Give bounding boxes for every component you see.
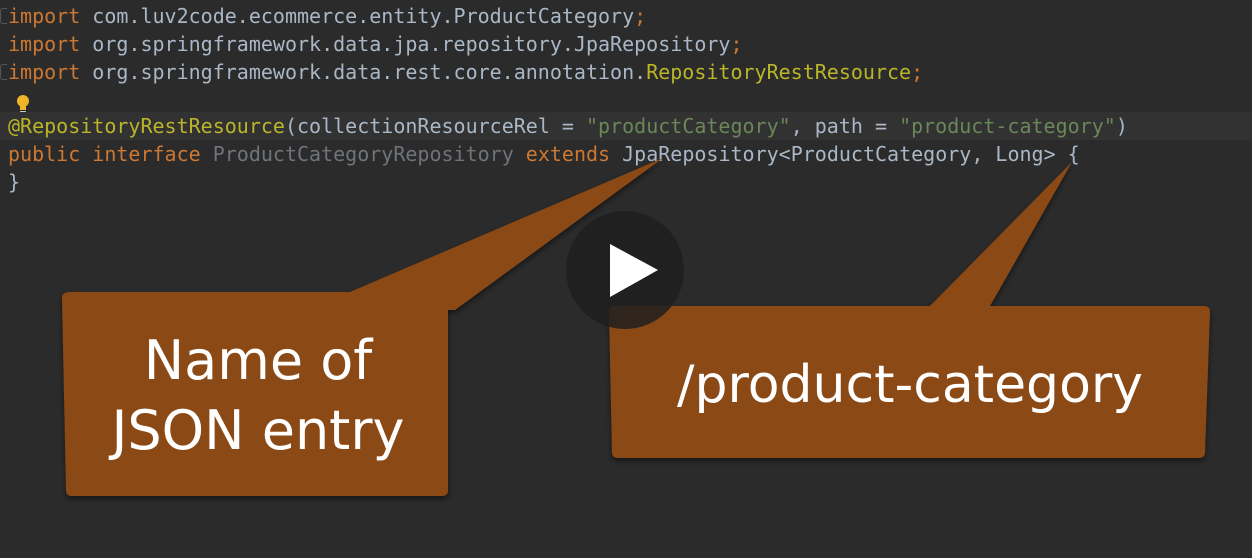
play-button[interactable]	[566, 211, 684, 329]
left-callout-text: Name of JSON entry	[66, 326, 450, 466]
callout-line: JSON entry	[111, 399, 405, 462]
play-icon	[610, 244, 658, 297]
right-callout-text: /product-category	[676, 355, 1144, 415]
callout-line: Name of	[143, 329, 373, 392]
